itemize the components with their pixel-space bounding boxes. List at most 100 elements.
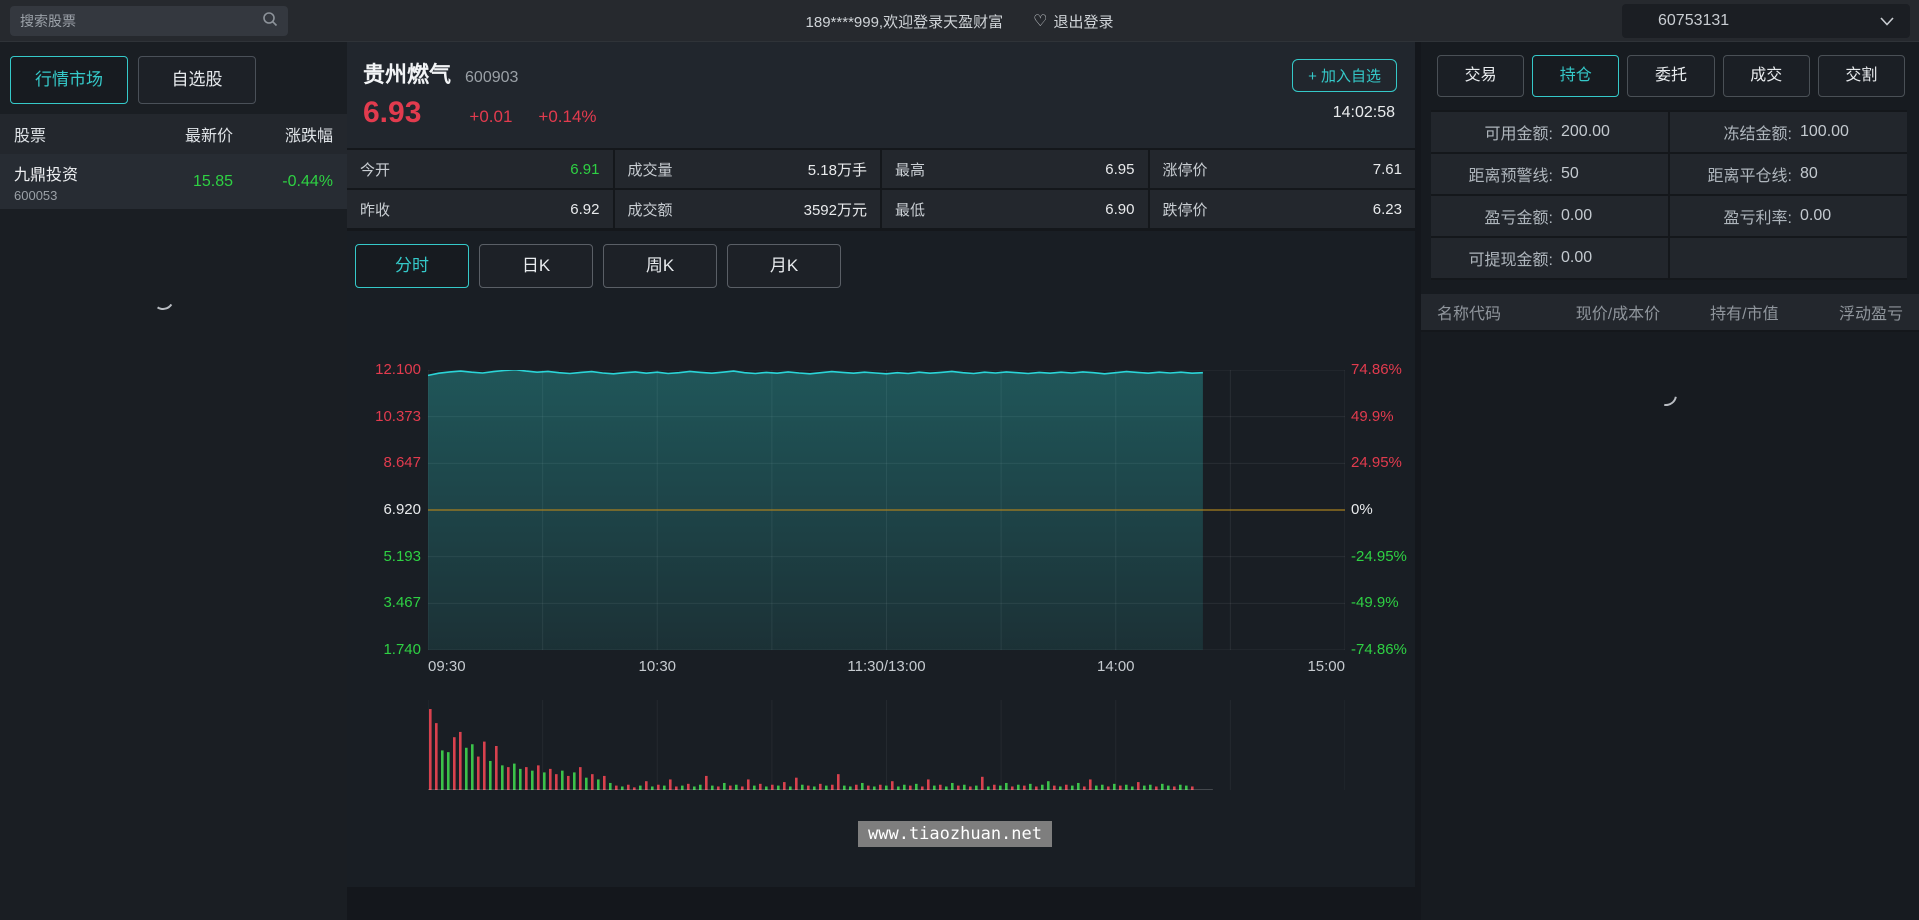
y-axis-tick: 3.467 — [349, 594, 421, 611]
col-hold-value: 持有/市值 — [1685, 300, 1804, 324]
stat-value: 6.91 — [570, 161, 599, 178]
stat-cell: 成交额3592万元 — [615, 190, 881, 228]
stat-cell: 成交量5.18万手 — [615, 150, 881, 188]
account-field-value: 200.00 — [1561, 123, 1610, 141]
chart-period-tabs: 分时日K周K月K — [347, 231, 1415, 288]
loading-spinner — [150, 286, 176, 312]
stock-row-code: 600053 — [14, 188, 123, 203]
stock-row-price: 15.85 — [123, 173, 233, 191]
stock-row-name: 九鼎投资 — [14, 161, 123, 185]
stat-label: 最低 — [895, 199, 925, 220]
account-field-value: 100.00 — [1800, 123, 1849, 141]
account-field-value: 80 — [1800, 165, 1818, 183]
account-dropdown[interactable]: 60753131 — [1622, 4, 1910, 38]
watermark: www.tiaozhuan.net — [858, 821, 1052, 847]
col-name-code: 名称代码 — [1437, 300, 1551, 324]
quote-stats-grid: 今开 6.91 成交量5.18万手最高 6.95 涨停价7.61 昨收 6.92 成交额359… — [347, 148, 1415, 231]
sidebar-tab-1[interactable]: 自选股 — [138, 56, 256, 104]
stat-value: 6.92 — [570, 201, 599, 218]
stat-label: 跌停价 — [1163, 199, 1208, 220]
y-axis-tick: 10.373 — [349, 408, 421, 425]
y-axis-tick: 1.740 — [349, 641, 421, 658]
account-field: 距离平仓线: 80 — [1670, 154, 1907, 194]
sidebar-tab-0[interactable]: 行情市场 — [10, 56, 128, 104]
account-field-label: 距离平仓线: — [1670, 162, 1792, 186]
y-axis-tick: 12.100 — [349, 361, 421, 378]
stat-label: 最高 — [895, 159, 925, 180]
add-watchlist-button[interactable]: + 加入自选 — [1292, 59, 1397, 92]
heart-icon: ♡ — [1033, 11, 1047, 31]
stat-value: 7.61 — [1373, 161, 1402, 178]
x-axis-labels: 09:3010:3011:30/13:0014:0015:00 — [428, 658, 1345, 678]
price-change: +0.01 — [469, 107, 512, 127]
search-icon — [262, 11, 278, 32]
account-field-label: 可用金额: — [1431, 120, 1553, 144]
stat-cell: 涨停价7.61 — [1150, 150, 1416, 188]
chart-tab-2[interactable]: 周K — [603, 244, 717, 288]
welcome-text: 189****999,欢迎登录天盈财富 — [806, 11, 1004, 32]
col-change: 涨跌幅 — [233, 122, 333, 146]
y-axis-pct-tick: -49.9% — [1351, 594, 1399, 611]
x-axis-tick: 10:30 — [638, 658, 676, 675]
trade-tab-1[interactable]: 持仓 — [1532, 55, 1619, 97]
stock-list: 九鼎投资 60005315.85-0.44% — [0, 154, 347, 210]
stock-row[interactable]: 九鼎投资 60005315.85-0.44% — [0, 154, 347, 210]
trade-panel: 交易持仓委托成交交割 可用金额: 200.00 冻结金额: 100.00 距离预警线:5… — [1421, 42, 1919, 920]
stat-value: 6.95 — [1105, 161, 1134, 178]
x-axis-tick: 15:00 — [1307, 658, 1345, 675]
col-price-cost: 现价/成本价 — [1551, 300, 1685, 324]
y-axis-pct-tick: 74.86% — [1351, 361, 1402, 378]
quote-header: 贵州燃气 600903 + 加入自选 6.93 +0.01 +0.14% 14:… — [347, 42, 1415, 231]
chart-section: 分时日K周K月K 12.10010.3738.6476.9205.1933.46… — [347, 231, 1415, 887]
stock-list-header: 股票 最新价 涨跌幅 — [0, 114, 347, 154]
trade-tab-0[interactable]: 交易 — [1437, 55, 1524, 97]
logout-button[interactable]: ♡ 退出登录 — [1033, 11, 1113, 32]
stat-cell: 昨收 6.92 — [347, 190, 613, 228]
stock-code: 600903 — [465, 69, 518, 87]
time-share-chart[interactable] — [428, 370, 1345, 650]
trade-tab-4[interactable]: 交割 — [1818, 55, 1905, 97]
stat-value: 6.90 — [1105, 201, 1134, 218]
y-axis-pct-tick: 49.9% — [1351, 408, 1394, 425]
y-axis-pct-tick: -24.95% — [1351, 548, 1407, 565]
stat-label: 成交量 — [628, 159, 673, 180]
account-field-value: 0.00 — [1561, 207, 1592, 225]
chart-tab-0[interactable]: 分时 — [355, 244, 469, 288]
trade-tab-3[interactable]: 成交 — [1723, 55, 1810, 97]
account-field-value: 50 — [1561, 165, 1579, 183]
col-stock: 股票 — [14, 122, 123, 146]
account-field: 冻结金额: 100.00 — [1670, 112, 1907, 152]
stat-value: 3592万元 — [804, 199, 867, 220]
stat-cell: 最高 6.95 — [882, 150, 1148, 188]
chart-tab-1[interactable]: 日K — [479, 244, 593, 288]
account-field: 可提现金额: 0.00 — [1431, 238, 1668, 278]
price-change-pct: +0.14% — [538, 107, 596, 127]
y-axis-tick: 6.920 — [349, 501, 421, 518]
x-axis-tick: 14:00 — [1097, 658, 1135, 675]
col-float-pl: 浮动盈亏 — [1804, 300, 1903, 324]
market-sidebar: 行情市场自选股 股票 最新价 涨跌幅 九鼎投资 60005315.85-0.44% — [0, 42, 347, 920]
stat-label: 今开 — [360, 159, 390, 180]
y-axis-tick: 8.647 — [349, 454, 421, 471]
stat-label: 昨收 — [360, 199, 390, 220]
logout-label: 退出登录 — [1053, 11, 1113, 32]
account-field-value: 0.00 — [1800, 207, 1831, 225]
account-field-label: 冻结金额: — [1670, 120, 1792, 144]
trade-tab-2[interactable]: 委托 — [1627, 55, 1714, 97]
chart-tab-3[interactable]: 月K — [727, 244, 841, 288]
account-field: 距离预警线:50 — [1431, 154, 1668, 194]
stat-cell: 跌停价6.23 — [1150, 190, 1416, 228]
account-id: 60753131 — [1658, 12, 1729, 30]
x-axis-tick: 09:30 — [428, 658, 466, 675]
stat-cell: 最低 6.90 — [882, 190, 1148, 228]
quote-main-panel: 贵州燃气 600903 + 加入自选 6.93 +0.01 +0.14% 14:… — [347, 42, 1415, 920]
account-summary-grid: 可用金额: 200.00 冻结金额: 100.00 距离预警线:50距离平仓线: 80 盈亏… — [1431, 110, 1907, 280]
account-field: 可用金额: 200.00 — [1431, 112, 1668, 152]
top-bar: 搜索股票 189****999,欢迎登录天盈财富 ♡ 退出登录 60753131 — [0, 0, 1919, 42]
account-field-label: 可提现金额: — [1431, 246, 1553, 270]
search-input[interactable]: 搜索股票 — [10, 6, 288, 36]
account-field: 盈亏金额:0.00 — [1431, 196, 1668, 236]
stock-row-change: -0.44% — [233, 173, 333, 191]
account-field-value: 0.00 — [1561, 249, 1592, 267]
account-field-label: 盈亏利率: — [1670, 204, 1792, 228]
